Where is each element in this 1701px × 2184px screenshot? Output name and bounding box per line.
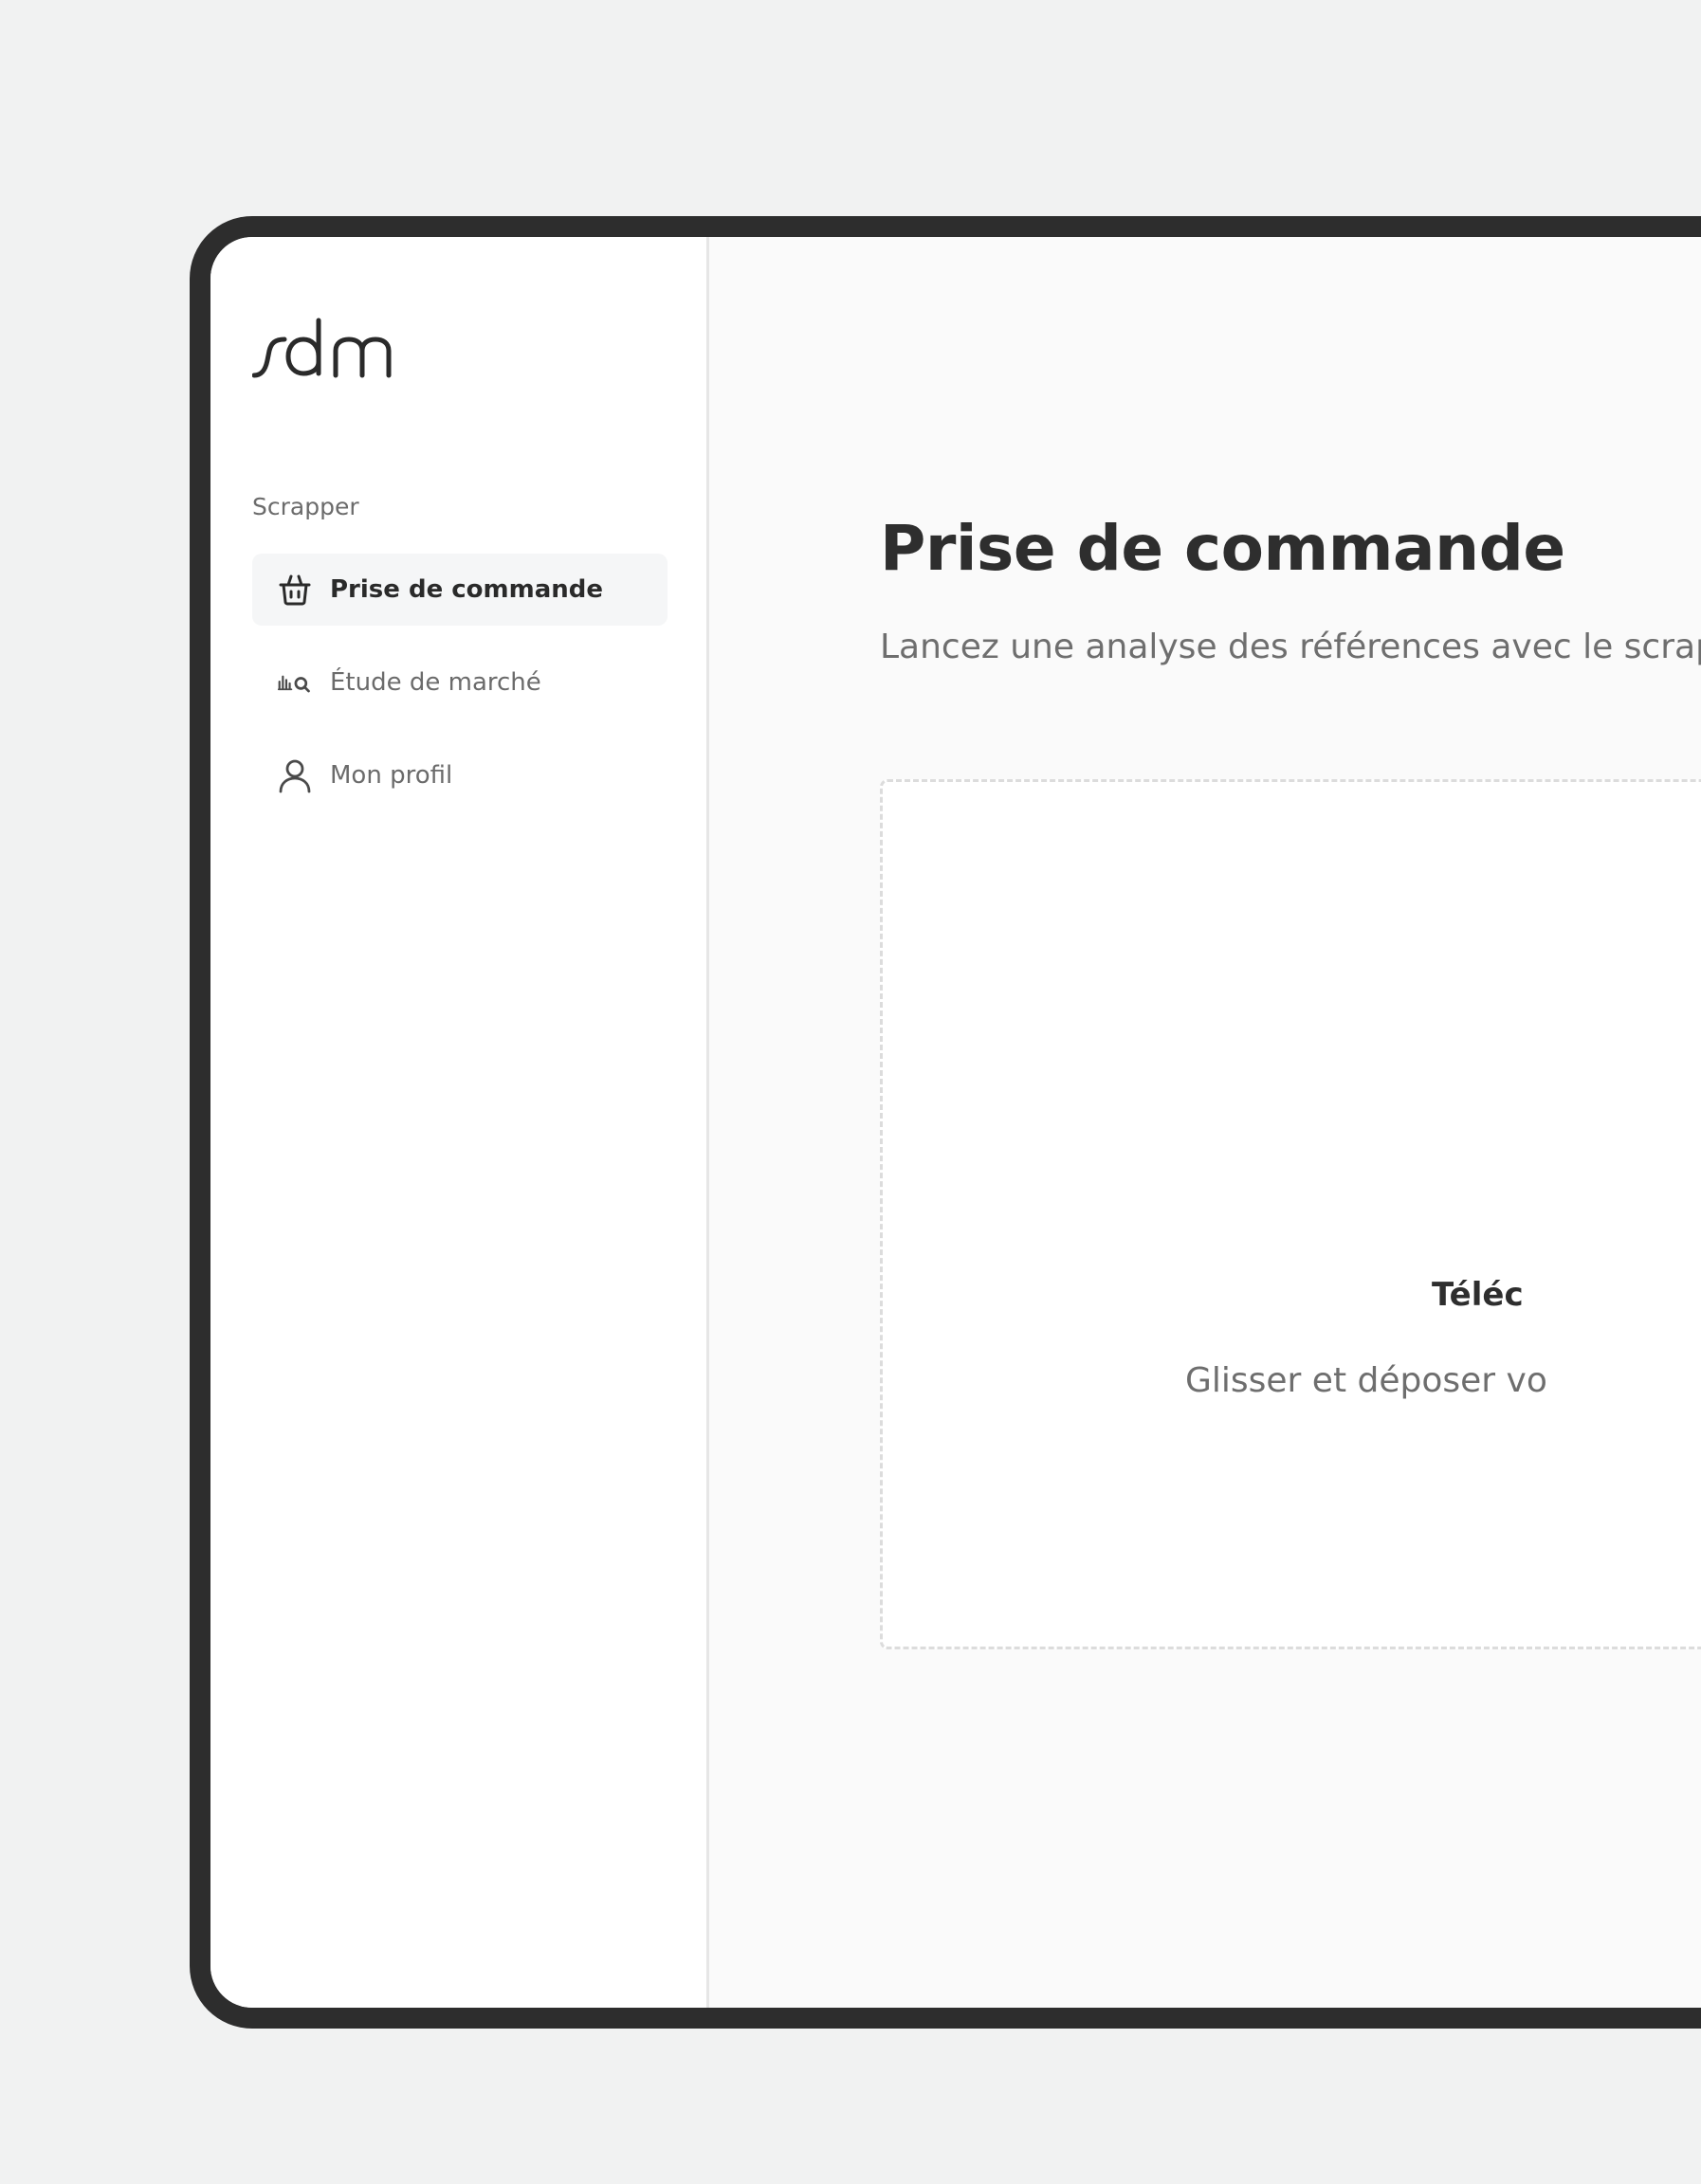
chart-search-icon xyxy=(277,664,313,701)
basket-icon xyxy=(277,572,313,608)
sidebar-item-etude-de-marche[interactable]: Étude de marché xyxy=(252,646,668,719)
sidebar-item-label: Étude de marché xyxy=(330,668,541,697)
sidebar-item-mon-profil[interactable]: Mon profil xyxy=(252,739,668,811)
page-title: Prise de commande xyxy=(880,512,1565,585)
user-icon xyxy=(277,757,313,793)
app-screen: Scrapper Prise de commande Étude de marc… xyxy=(210,237,1701,2008)
sidebar-item-prise-de-commande[interactable]: Prise de commande xyxy=(252,554,668,626)
page-background: Scrapper Prise de commande Étude de marc… xyxy=(0,0,1701,2184)
sdm-logo xyxy=(252,318,392,378)
sidebar-item-label: Mon profil xyxy=(330,761,453,790)
device-frame: Scrapper Prise de commande Étude de marc… xyxy=(190,216,1701,2029)
file-dropzone[interactable] xyxy=(880,779,1701,1649)
page-subtitle: Lancez une analyse des références avec l… xyxy=(880,628,1701,666)
sidebar-item-label: Prise de commande xyxy=(330,575,604,604)
sidebar-section-label: Scrapper xyxy=(252,493,359,520)
dropzone-title: Téléc xyxy=(1432,1276,1524,1314)
main-content: Prise de commande Lancez une analyse des… xyxy=(709,237,1701,2008)
sidebar: Scrapper Prise de commande Étude de marc… xyxy=(210,237,709,2008)
dropzone-hint: Glisser et déposer vo xyxy=(1185,1361,1547,1400)
